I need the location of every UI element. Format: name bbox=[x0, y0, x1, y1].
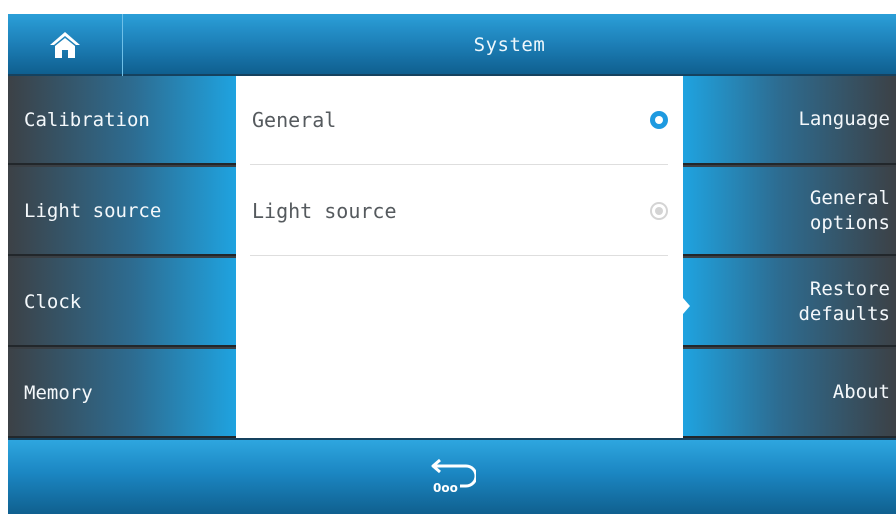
left-menu-item-memory[interactable]: Memory bbox=[8, 349, 236, 438]
right-menu-item-about[interactable]: About bbox=[683, 349, 896, 438]
right-menu-item-restore-defaults[interactable]: Restore defaults bbox=[683, 258, 896, 347]
options-panel: General Light source bbox=[236, 76, 683, 438]
footer-bar: 0oo bbox=[8, 438, 896, 514]
home-button[interactable] bbox=[8, 14, 123, 76]
option-general[interactable]: General bbox=[250, 76, 668, 165]
left-menu-item-calibration[interactable]: Calibration bbox=[8, 76, 236, 165]
radio-selected-icon[interactable] bbox=[650, 111, 668, 129]
screen: System Calibration Light source Clock Me… bbox=[8, 14, 896, 514]
left-menu-item-clock[interactable]: Clock bbox=[8, 258, 236, 347]
left-menu-item-light-source[interactable]: Light source bbox=[8, 167, 236, 256]
back-icon-text: 0oo bbox=[433, 481, 458, 495]
right-menu: Language General options Restore default… bbox=[683, 76, 896, 438]
option-light-source[interactable]: Light source bbox=[250, 167, 668, 256]
left-menu: Calibration Light source Clock Memory bbox=[8, 76, 236, 438]
right-menu-item-language[interactable]: Language bbox=[683, 76, 896, 165]
header-bar: System bbox=[8, 14, 896, 76]
radio-unselected-icon[interactable] bbox=[650, 202, 668, 220]
back-to-zero-icon: 0oo bbox=[431, 458, 476, 495]
option-label: General bbox=[252, 108, 337, 132]
pointer-arrow-icon bbox=[683, 298, 690, 314]
back-button[interactable]: 0oo bbox=[422, 452, 482, 502]
option-label: Light source bbox=[252, 199, 397, 223]
page-title: System bbox=[473, 34, 546, 56]
right-menu-item-label: Restore defaults bbox=[798, 277, 890, 325]
right-menu-item-general-options[interactable]: General options bbox=[683, 167, 896, 256]
home-icon bbox=[50, 32, 80, 58]
